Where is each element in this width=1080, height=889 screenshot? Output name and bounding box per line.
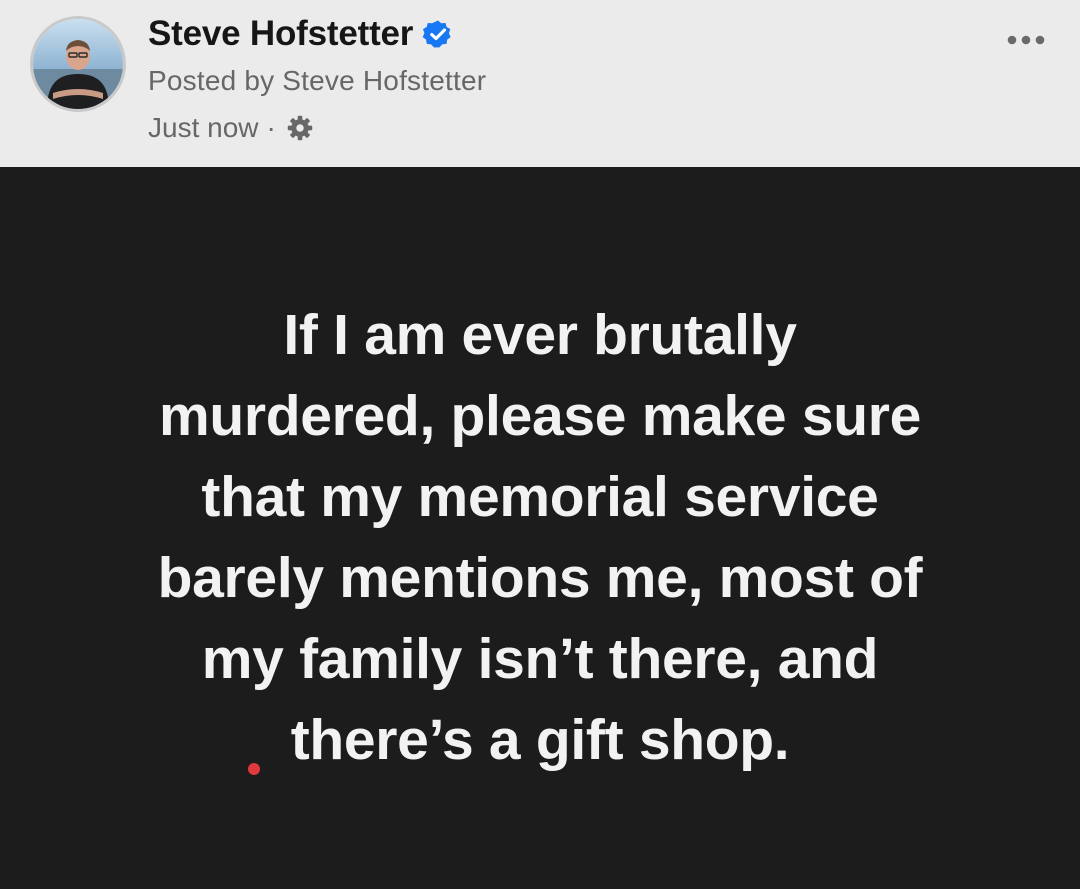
post-text-line: If I am ever brutally [283, 303, 797, 367]
timestamp[interactable]: Just now [148, 112, 259, 144]
avatar[interactable] [30, 16, 126, 112]
post-text-line: murdered, please make sure [158, 384, 922, 448]
avatar-photo [33, 19, 123, 109]
gear-icon[interactable] [286, 114, 314, 142]
author-row: Steve Hofstetter [148, 12, 455, 56]
social-post: Steve Hofstetter Posted by Steve Hofstet… [0, 0, 1080, 889]
posted-by-label: Posted by Steve Hofstetter [148, 65, 487, 96]
author-name[interactable]: Steve Hofstetter [148, 14, 413, 54]
post-text: If I am ever brutally murdered, please m… [40, 295, 1040, 781]
post-meta: Just now · [148, 110, 314, 146]
post-text-line: barely mentions me, most of [157, 546, 923, 610]
verified-badge-icon [421, 17, 455, 51]
more-options-icon[interactable] [1000, 28, 1052, 52]
post-text-background: If I am ever brutally murdered, please m… [0, 167, 1080, 889]
post-text-line: that my memorial service [201, 465, 879, 529]
red-dot-marker [248, 763, 260, 775]
post-text-line: my family isn’t there, and [201, 627, 879, 691]
meta-separator: · [266, 112, 276, 143]
post-header: Steve Hofstetter Posted by Steve Hofstet… [0, 0, 1080, 167]
post-text-line: there’s a gift shop. [290, 708, 790, 772]
